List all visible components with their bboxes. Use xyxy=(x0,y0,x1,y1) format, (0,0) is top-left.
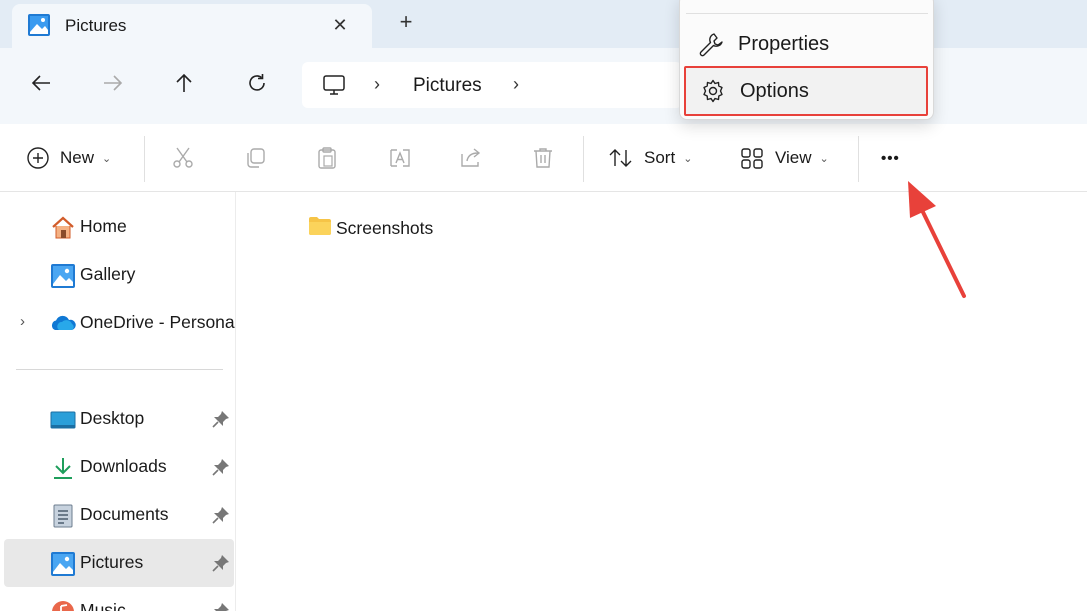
computer-icon[interactable] xyxy=(322,73,346,102)
pictures-icon xyxy=(50,551,76,577)
pin-icon[interactable] xyxy=(212,506,230,524)
documents-icon xyxy=(50,503,76,529)
breadcrumb-separator[interactable]: › xyxy=(513,74,519,95)
file-item-label: Screenshots xyxy=(336,217,434,238)
paste-button[interactable] xyxy=(315,142,339,174)
folder-icon xyxy=(308,216,332,241)
view-grid-icon xyxy=(741,148,763,169)
divider xyxy=(858,136,859,182)
sort-icon xyxy=(609,149,632,167)
sidebar-item-label: Music xyxy=(80,600,126,611)
see-more-button[interactable]: ••• xyxy=(881,142,900,174)
sidebar-item-music[interactable]: Music xyxy=(4,587,234,611)
rename-icon xyxy=(390,149,410,167)
sidebar-item-pictures[interactable]: Pictures xyxy=(4,539,234,587)
cut-button[interactable] xyxy=(171,142,195,174)
copy-icon xyxy=(247,148,265,168)
sidebar-item-label: Downloads xyxy=(80,456,167,476)
sidebar-item-label: OneDrive - Persona xyxy=(80,312,235,332)
tab-title: Pictures xyxy=(65,16,127,35)
sort-button[interactable]: Sort ⌄ xyxy=(608,142,692,174)
sidebar-item-gallery[interactable]: Gallery xyxy=(4,251,234,299)
chevron-down-icon: ⌄ xyxy=(819,152,829,165)
pin-icon[interactable] xyxy=(212,554,230,572)
delete-button[interactable] xyxy=(531,142,555,174)
see-more-menu: Properties Options xyxy=(679,0,934,120)
forward-button[interactable] xyxy=(98,68,128,98)
up-button[interactable] xyxy=(169,68,199,98)
scissors-icon xyxy=(173,147,193,168)
file-item-screenshots[interactable]: Screenshots xyxy=(308,215,433,241)
pin-icon[interactable] xyxy=(212,410,230,428)
plus-circle-icon xyxy=(27,147,49,169)
sidebar-divider xyxy=(16,369,223,370)
annotation-arrow xyxy=(908,181,966,298)
menu-item-properties[interactable]: Properties xyxy=(684,21,928,67)
wrench-icon xyxy=(698,31,724,57)
new-tab-button[interactable]: + xyxy=(393,10,419,36)
divider xyxy=(144,136,145,182)
sidebar-item-label: Home xyxy=(80,216,127,236)
sidebar-item-onedrive[interactable]: › OneDrive - Persona xyxy=(4,299,235,347)
copy-button[interactable] xyxy=(243,142,267,174)
divider xyxy=(583,136,584,182)
navigation-pane: Home Gallery › OneDrive - Persona Deskto… xyxy=(0,192,236,611)
desktop-icon xyxy=(50,407,76,433)
pin-icon[interactable] xyxy=(212,602,230,611)
menu-item-options[interactable]: Options xyxy=(684,66,928,116)
sidebar-item-home[interactable]: Home xyxy=(4,203,234,251)
new-label: New xyxy=(60,148,95,167)
sort-label: Sort xyxy=(644,148,676,167)
share-button[interactable] xyxy=(459,142,485,174)
breadcrumb-pictures[interactable]: Pictures xyxy=(413,75,482,97)
view-label: View xyxy=(775,148,812,167)
arrow-left-icon xyxy=(31,75,50,91)
back-button[interactable] xyxy=(26,68,56,98)
sidebar-item-documents[interactable]: Documents xyxy=(4,491,234,539)
close-tab-icon[interactable]: ✕ xyxy=(327,12,353,38)
address-bar[interactable]: › Pictures › xyxy=(302,62,682,108)
clipboard-icon xyxy=(318,147,336,169)
sidebar-item-label: Pictures xyxy=(80,552,144,572)
menu-separator xyxy=(686,13,928,14)
downloads-icon xyxy=(50,455,76,481)
menu-item-label: Options xyxy=(740,79,809,102)
chevron-down-icon: ⌄ xyxy=(102,152,112,165)
music-icon xyxy=(50,599,76,611)
rename-button[interactable] xyxy=(387,142,413,174)
sidebar-item-downloads[interactable]: Downloads xyxy=(4,443,234,491)
sidebar-item-label: Documents xyxy=(80,504,169,524)
arrow-up-icon xyxy=(176,73,192,92)
pictures-icon xyxy=(28,14,50,36)
onedrive-icon xyxy=(50,311,76,337)
share-icon xyxy=(461,148,481,167)
refresh-icon xyxy=(249,74,265,91)
more-icon: ••• xyxy=(881,149,900,167)
chevron-down-icon: ⌄ xyxy=(683,152,693,165)
tab-pictures[interactable]: Pictures ✕ xyxy=(12,4,372,48)
view-button[interactable]: View ⌄ xyxy=(739,142,829,174)
sidebar-item-label: Desktop xyxy=(80,408,145,428)
pin-icon[interactable] xyxy=(212,458,230,476)
sidebar-item-label: Gallery xyxy=(80,264,136,284)
new-button[interactable]: New ⌄ xyxy=(26,142,111,174)
sidebar-item-desktop[interactable]: Desktop xyxy=(4,395,234,443)
gear-icon xyxy=(700,78,726,104)
refresh-button[interactable] xyxy=(242,68,272,98)
chevron-right-icon[interactable]: › xyxy=(20,313,25,330)
arrow-right-icon xyxy=(104,75,123,91)
breadcrumb-separator[interactable]: › xyxy=(374,74,380,95)
gallery-icon xyxy=(50,263,76,289)
home-icon xyxy=(50,215,76,241)
menu-item-label: Properties xyxy=(738,32,830,55)
trash-icon xyxy=(534,148,552,168)
